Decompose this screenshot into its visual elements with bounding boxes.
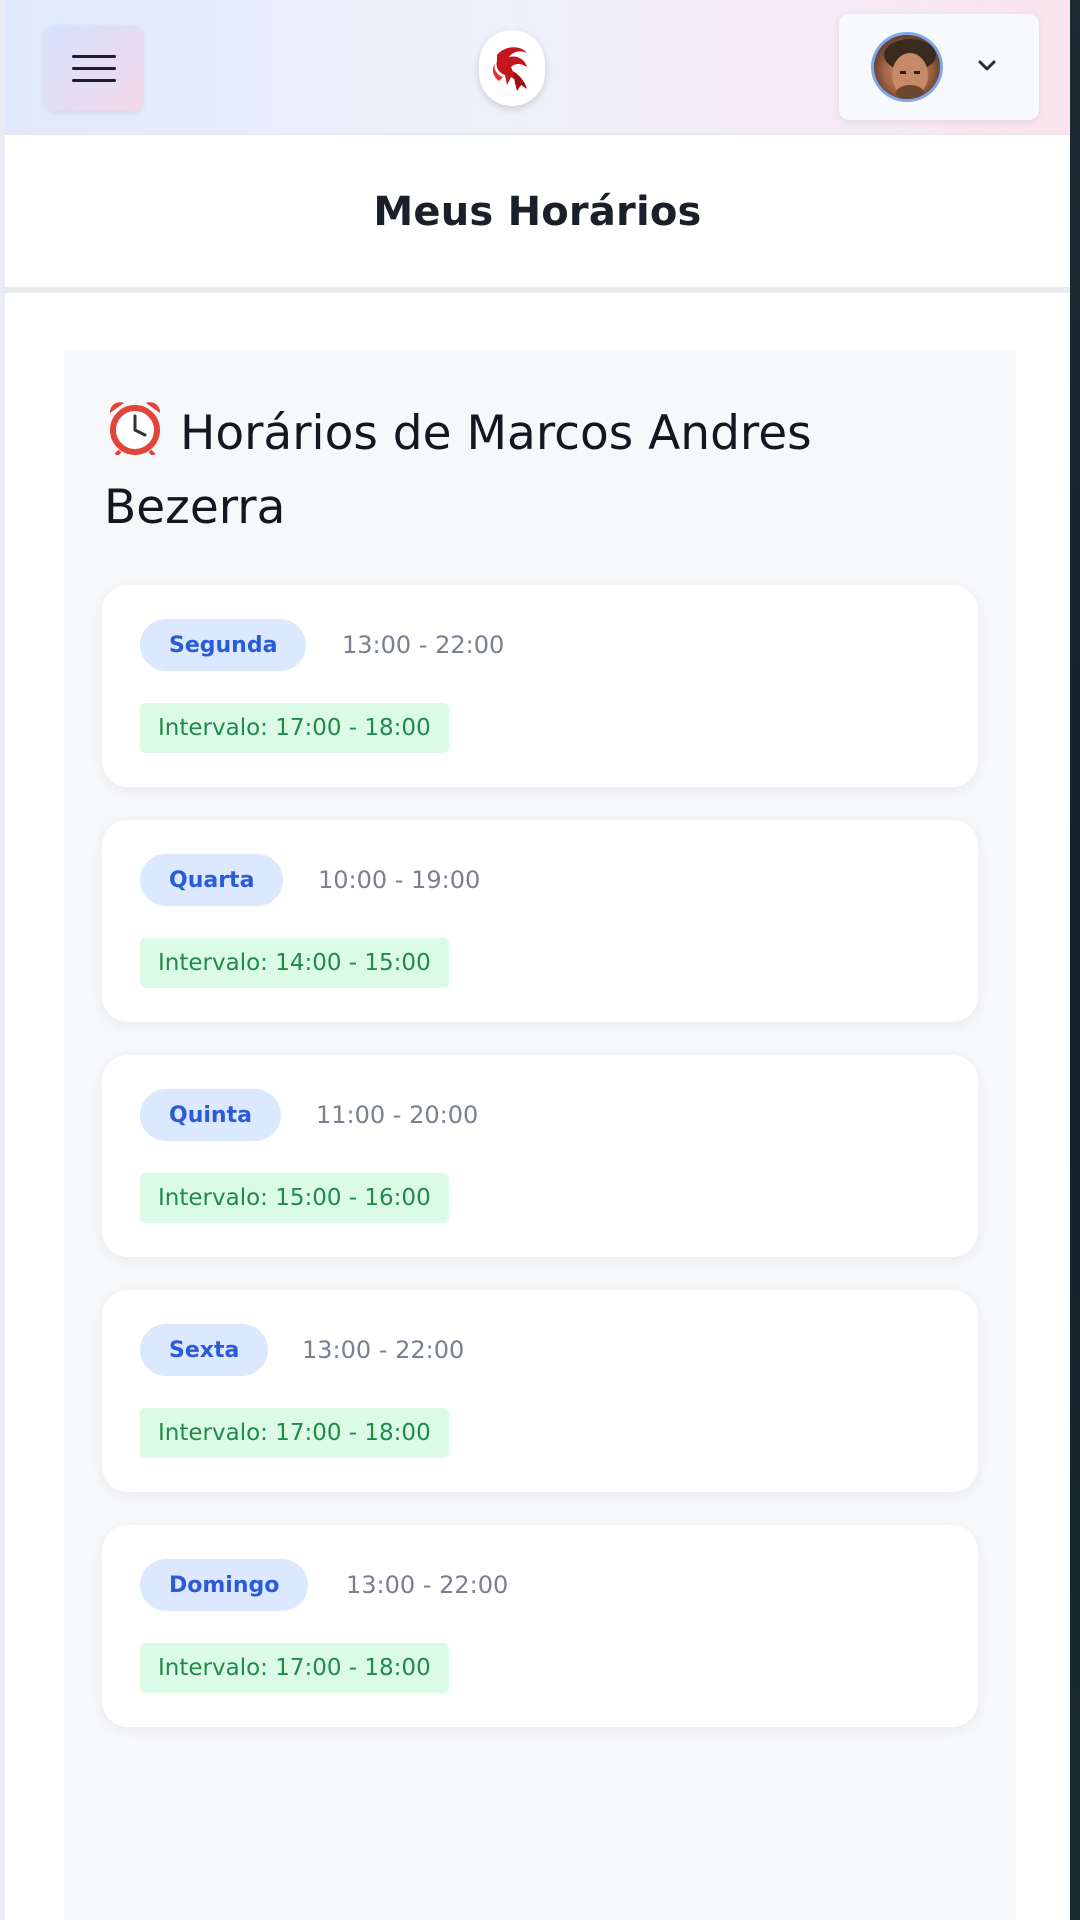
schedule-heading-text: Horários de Marcos Andres Bezerra — [104, 406, 812, 535]
day-badge: Quinta — [140, 1089, 281, 1141]
schedule-card: Sexta 13:00 - 22:00 Intervalo: 17:00 - 1… — [102, 1290, 978, 1492]
hamburger-icon-bar — [72, 78, 116, 82]
day-badge: Segunda — [140, 619, 307, 671]
work-hours: 13:00 - 22:00 — [342, 631, 505, 659]
schedule-heading: Horários de Marcos Andres Bezerra — [104, 399, 984, 542]
day-badge: Quarta — [140, 854, 284, 906]
work-hours: 11:00 - 20:00 — [316, 1101, 479, 1129]
profile-menu-button[interactable] — [839, 14, 1039, 120]
dragon-logo-icon[interactable] — [479, 30, 545, 106]
schedule-card: Segunda 13:00 - 22:00 Intervalo: 17:00 -… — [102, 585, 978, 787]
window-edge-strip — [1070, 0, 1080, 1920]
interval-badge: Intervalo: 17:00 - 18:00 — [140, 1643, 449, 1693]
dragon-logo-svg — [492, 47, 527, 91]
schedule-card: Quarta 10:00 - 19:00 Intervalo: 14:00 - … — [102, 820, 978, 1022]
app-header — [5, 0, 1070, 135]
day-badge: Domingo — [140, 1559, 309, 1611]
menu-button[interactable] — [45, 25, 143, 111]
page-title-band: Meus Horários — [5, 137, 1070, 293]
interval-badge: Intervalo: 17:00 - 18:00 — [140, 1408, 449, 1458]
alarm-clock-icon — [104, 399, 166, 474]
page-title: Meus Horários — [373, 189, 702, 235]
chevron-svg — [978, 60, 996, 71]
hamburger-icon — [72, 54, 116, 58]
chevron-down-icon — [975, 54, 999, 78]
alarm-clock-svg — [109, 402, 161, 457]
work-hours: 13:00 - 22:00 — [302, 1336, 465, 1364]
interval-badge: Intervalo: 17:00 - 18:00 — [140, 703, 449, 753]
day-badge: Sexta — [140, 1324, 269, 1376]
avatar-svg — [884, 39, 936, 99]
work-hours: 10:00 - 19:00 — [318, 866, 481, 894]
avatar — [871, 32, 943, 102]
interval-badge: Intervalo: 15:00 - 16:00 — [140, 1173, 449, 1223]
interval-badge: Intervalo: 14:00 - 15:00 — [140, 938, 449, 988]
schedule-card: Quinta 11:00 - 20:00 Intervalo: 15:00 - … — [102, 1055, 978, 1257]
hamburger-icon-bar — [72, 66, 116, 70]
schedule-panel: Horários de Marcos Andres Bezerra Segund… — [64, 349, 1016, 1920]
work-hours: 13:00 - 22:00 — [346, 1571, 509, 1599]
schedule-card: Domingo 13:00 - 22:00 Intervalo: 17:00 -… — [102, 1525, 978, 1727]
